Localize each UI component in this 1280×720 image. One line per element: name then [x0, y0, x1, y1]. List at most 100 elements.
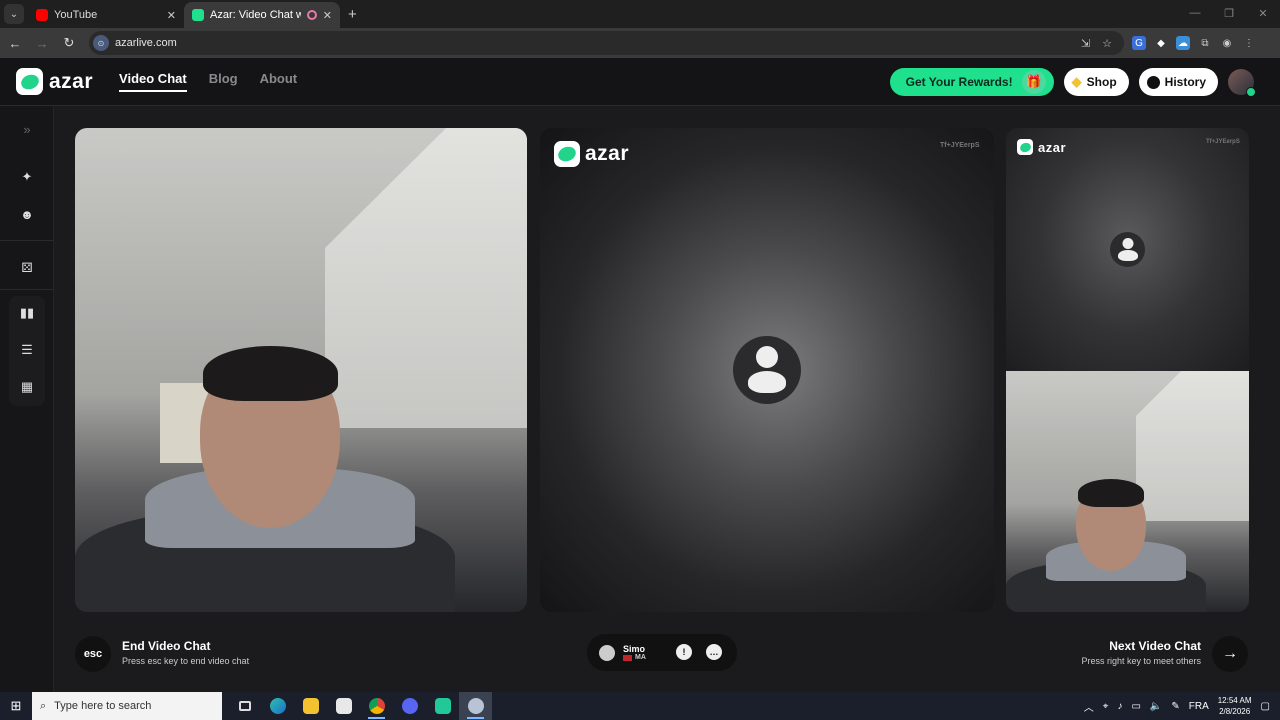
sidebar-divider: [0, 289, 54, 290]
tab-title: Azar: Video Chat with New: [210, 9, 301, 21]
close-tab-icon[interactable]: ✕: [167, 9, 176, 22]
morocco-flag-icon: [623, 654, 632, 661]
next-chat-arrow-button[interactable]: →: [1212, 636, 1248, 672]
shop-button[interactable]: ◆ Shop: [1063, 68, 1129, 96]
tab-search-button[interactable]: ⌄: [4, 4, 24, 24]
user-avatar[interactable]: [1228, 69, 1256, 97]
partner-info-bar: Simo MA ! …: [587, 634, 737, 671]
mini-self-video: [1006, 371, 1249, 612]
partner-country: MA: [623, 654, 646, 661]
location-icon[interactable]: ⌖: [1103, 701, 1109, 712]
restore-icon[interactable]: ❐: [1212, 0, 1246, 26]
nav-video-chat[interactable]: Video Chat: [119, 71, 187, 92]
search-icon: ⌕: [40, 699, 47, 712]
remote-azar-logo: azar: [554, 141, 629, 167]
tab-youtube[interactable]: YouTube ✕: [28, 2, 184, 28]
mini-azar-logo: azar: [1017, 139, 1066, 155]
layout-grid-icon[interactable]: ▦: [17, 377, 37, 397]
discord-icon[interactable]: [393, 692, 426, 720]
face-filter-icon[interactable]: ☻: [17, 204, 37, 224]
self-video: [75, 128, 527, 612]
taskbar-apps: [228, 692, 492, 720]
azar-logo[interactable]: azar: [16, 68, 93, 95]
edge-icon[interactable]: [261, 692, 294, 720]
app-active-icon[interactable]: [459, 692, 492, 720]
history-button[interactable]: History: [1138, 68, 1218, 96]
rewards-label: Get Your Rewards!: [905, 75, 1013, 89]
system-tray: ︿ ⌖ ♪ ▭ 🔈 ✎ FRA 12:54 AM 2/8/2026 ▢: [1084, 692, 1280, 720]
azar-logo-icon: [554, 141, 580, 167]
dice-icon[interactable]: ⚄: [17, 258, 37, 278]
pen-icon[interactable]: ✎: [1171, 701, 1179, 712]
language-indicator[interactable]: FRA: [1189, 701, 1209, 712]
store-icon[interactable]: [327, 692, 360, 720]
file-explorer-icon[interactable]: [294, 692, 327, 720]
search-placeholder: Type here to search: [54, 700, 152, 712]
volume-icon[interactable]: 🔈: [1150, 701, 1162, 712]
network-icon[interactable]: ▭: [1131, 701, 1140, 712]
new-tab-button[interactable]: +: [348, 6, 357, 23]
profile-icon[interactable]: ◉: [1220, 36, 1234, 50]
extension-diamond-icon[interactable]: ◆: [1154, 36, 1168, 50]
sidebar: » ✦ ☻ ⚄ ▮▮ ☰ ▦: [0, 106, 54, 692]
app-green-icon[interactable]: [426, 692, 459, 720]
session-id: Tf+JYEerpS: [940, 142, 980, 149]
taskbar-search[interactable]: ⌕ Type here to search: [32, 692, 222, 720]
azar-logo-icon: [1017, 139, 1033, 155]
tab-title: YouTube: [54, 9, 98, 21]
windows-start-icon[interactable]: ⊞: [0, 692, 32, 720]
tray-overflow-icon[interactable]: ︿: [1084, 699, 1094, 714]
install-app-icon[interactable]: ⇲: [1081, 37, 1090, 50]
microphone-icon[interactable]: ♪: [1117, 701, 1122, 712]
omnibox[interactable]: ⊙ azarlive.com ⇲ ☆: [89, 31, 1124, 55]
nav-about[interactable]: About: [260, 71, 298, 92]
tab-azar[interactable]: Azar: Video Chat with New ✕: [184, 2, 340, 28]
url-text[interactable]: azarlive.com: [115, 37, 1081, 49]
remote-video: azar Tf+JYEerpS: [540, 128, 994, 612]
window-controls: — ❐ ✕: [1178, 0, 1280, 26]
mini-remote-video: azar Tf+JYEerpS: [1006, 128, 1249, 372]
chrome-icon[interactable]: [360, 692, 393, 720]
esc-button[interactable]: esc: [75, 636, 111, 672]
site-info-icon[interactable]: ⊙: [93, 35, 109, 51]
close-tab-icon[interactable]: ✕: [323, 9, 332, 22]
shop-label: Shop: [1086, 75, 1117, 89]
browser-menu-icon[interactable]: ⋮: [1242, 36, 1256, 50]
online-status-icon: [1246, 87, 1256, 97]
reload-icon[interactable]: ↻: [57, 35, 81, 51]
bookmark-star-icon[interactable]: ☆: [1102, 37, 1112, 50]
country-code: MA: [635, 654, 646, 661]
extensions-area: G ◆ ☁ ⧉ ◉ ⋮: [1132, 36, 1256, 50]
extensions-puzzle-icon[interactable]: ⧉: [1198, 36, 1212, 50]
extension-cloud-icon[interactable]: ☁: [1176, 36, 1190, 50]
logo-text: azar: [49, 69, 94, 93]
task-view-icon[interactable]: [228, 692, 261, 720]
taskbar-clock[interactable]: 12:54 AM 2/8/2026: [1218, 695, 1252, 717]
report-shield-icon[interactable]: !: [676, 644, 692, 660]
forward-icon[interactable]: →: [30, 36, 54, 51]
recording-indicator-icon: [306, 10, 317, 20]
magic-wand-icon[interactable]: ✦: [17, 167, 37, 187]
end-video-chat-hint: Press esc key to end video chat: [122, 656, 250, 666]
rewards-button[interactable]: Get Your Rewards! 🎁: [889, 68, 1054, 96]
notification-icon[interactable]: ▢: [1261, 701, 1270, 712]
layout-side-by-side-icon[interactable]: ▮▮: [17, 303, 37, 323]
clock-date: 2/8/2026: [1219, 707, 1251, 716]
expand-icon[interactable]: »: [17, 119, 37, 139]
chat-bubble-icon[interactable]: …: [706, 644, 722, 660]
header-actions: Get Your Rewards! 🎁 ◆ Shop History: [889, 68, 1256, 97]
nav-blog[interactable]: Blog: [209, 71, 238, 92]
close-window-icon[interactable]: ✕: [1246, 0, 1280, 26]
minimize-icon[interactable]: —: [1178, 0, 1212, 26]
translate-extension-icon[interactable]: G: [1132, 36, 1146, 50]
azar-site: azar Video Chat Blog About Get Your Rewa…: [0, 58, 1280, 692]
back-icon[interactable]: ←: [3, 36, 27, 51]
address-bar: ← → ↻ ⊙ azarlive.com ⇲ ☆ G ◆ ☁ ⧉ ◉ ⋮: [0, 28, 1280, 58]
main-nav: Video Chat Blog About: [119, 71, 297, 92]
azar-logo-icon: [16, 68, 43, 95]
user-placeholder-icon: [1110, 232, 1145, 267]
next-video-chat-hint: Press right key to meet others: [1081, 656, 1201, 666]
clock-time: 12:54 AM: [1217, 696, 1252, 705]
layout-stacked-icon[interactable]: ☰: [17, 340, 37, 360]
logo-text: azar: [1038, 139, 1067, 155]
